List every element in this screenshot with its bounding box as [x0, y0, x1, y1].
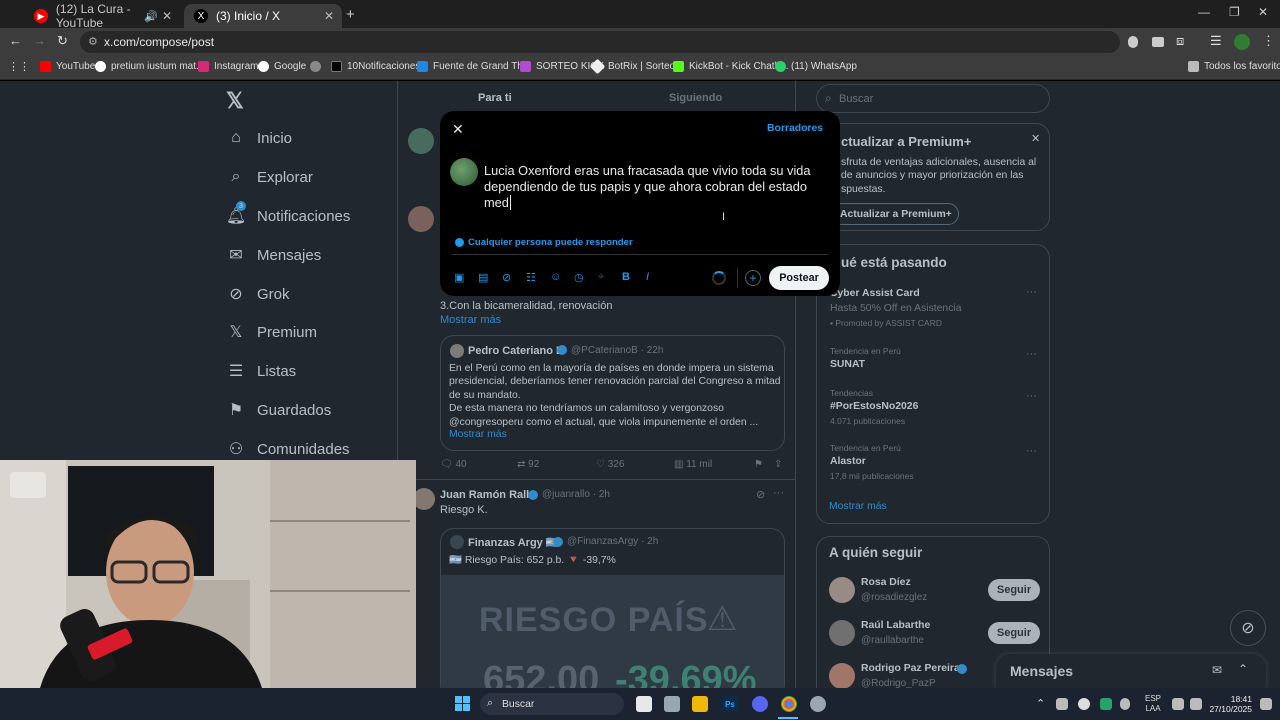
text-cursor	[509, 195, 511, 211]
google-icon	[95, 61, 106, 72]
browser-tab-strip: ▶ (12) La Cura - YouTube 🔊 ✕ X (3) Inici…	[0, 0, 1280, 30]
onedrive-icon[interactable]	[1078, 698, 1090, 710]
all-favorites[interactable]: Todos los favoritos	[1188, 61, 1280, 72]
post-button[interactable]: Postear	[769, 266, 829, 290]
folder-icon	[1188, 61, 1199, 72]
webcam-overlay	[0, 460, 416, 688]
grok-icon[interactable]: ⊘	[502, 271, 511, 284]
location-icon[interactable]: ⌖	[598, 271, 604, 284]
tab-x[interactable]: X (3) Inicio / X ✕	[184, 4, 342, 28]
compose-textarea[interactable]: Lucia Oxenford eras una fracasada que vi…	[484, 163, 828, 212]
bookmark-grand-theft[interactable]: Fuente de Grand Th...	[417, 61, 531, 72]
back-icon[interactable]: ←	[9, 33, 22, 48]
botrix-icon	[589, 58, 606, 75]
menu-icon[interactable]: ⋮	[1262, 33, 1275, 49]
divider	[452, 254, 828, 255]
compose-avatar	[450, 158, 478, 186]
extensions-puzzle-icon[interactable]: ⧈	[1176, 33, 1184, 49]
taskbar-search[interactable]: ⌕ Buscar	[480, 693, 624, 715]
character-progress-ring	[712, 271, 726, 285]
x-icon: X	[194, 9, 208, 23]
task-view-icon[interactable]	[636, 696, 652, 712]
photoshop-icon[interactable]: Ps	[722, 696, 738, 712]
compose-text: Lucia Oxenford eras una fracasada que vi…	[484, 163, 811, 211]
minimize-button[interactable]: —	[1198, 5, 1210, 19]
emoji-icon[interactable]: ☺	[550, 271, 561, 283]
close-icon[interactable]: ✕	[324, 9, 334, 23]
whatsapp-icon	[775, 61, 786, 72]
bookmark-10notificaciones[interactable]: 10Notificaciones	[331, 61, 420, 72]
x-icon	[331, 61, 342, 72]
clock[interactable]: 18:41 27/10/2025	[1208, 694, 1252, 714]
gif-icon[interactable]: ▤	[478, 271, 488, 284]
discord-icon[interactable]	[752, 696, 768, 712]
poll-icon[interactable]: ☷	[526, 271, 536, 284]
drafts-button[interactable]: Borradores	[767, 123, 823, 134]
globe-icon	[310, 61, 321, 72]
forward-icon[interactable]: →	[33, 33, 46, 48]
new-tab-button[interactable]: +	[346, 6, 355, 23]
bookmark-botrix[interactable]: BotRix | Sorteos	[589, 58, 680, 75]
app-icon[interactable]	[810, 696, 826, 712]
mouse-cursor: I	[722, 211, 726, 223]
tab-youtube[interactable]: ▶ (12) La Cura - YouTube 🔊 ✕	[24, 2, 180, 30]
search-icon: ⌕	[487, 697, 494, 709]
document-icon	[417, 61, 428, 72]
tab-search-icon[interactable]: ☰	[1210, 33, 1222, 49]
bold-icon[interactable]: B	[622, 271, 630, 283]
bookmark-youtube[interactable]: YouTube	[40, 61, 95, 72]
chevron-up-icon[interactable]: ⌃	[1036, 697, 1045, 710]
plus-icon: +	[749, 271, 757, 285]
chrome-icon[interactable]	[781, 696, 797, 712]
windows-start-icon[interactable]	[455, 696, 471, 712]
apps-grid-icon[interactable]: ⋮⋮	[8, 60, 30, 73]
bookmark-google[interactable]: Google	[258, 61, 306, 72]
url-text: x.com/compose/post	[104, 35, 215, 49]
microphone-icon[interactable]	[1120, 698, 1130, 710]
extension-icon[interactable]	[1152, 37, 1164, 47]
divider	[737, 268, 738, 288]
bookmark-pretium[interactable]: pretium iustum mat...	[95, 61, 204, 72]
app-icon[interactable]	[664, 696, 680, 712]
webcam-image	[0, 460, 416, 688]
bookmark-whatsapp[interactable]: (11) WhatsApp	[775, 61, 857, 72]
google-icon	[258, 61, 269, 72]
language-indicator[interactable]: ESP LAA	[1145, 694, 1161, 714]
reload-icon[interactable]: ↻	[57, 33, 68, 49]
volume-icon[interactable]	[1190, 698, 1202, 710]
site-info-icon[interactable]: ⚙	[88, 35, 98, 48]
youtube-icon	[40, 61, 51, 72]
close-icon[interactable]: ✕	[162, 9, 172, 23]
italic-icon[interactable]: I	[646, 271, 649, 283]
bookmark-kickbot[interactable]: KickBot - Kick Chatb...	[673, 61, 788, 72]
notifications-icon[interactable]	[1260, 698, 1272, 710]
add-post-button[interactable]: +	[745, 270, 761, 286]
profile-avatar[interactable]	[1234, 34, 1250, 50]
tray-icon[interactable]	[1100, 698, 1112, 710]
kick-icon	[673, 61, 684, 72]
close-window-button[interactable]: ✕	[1258, 5, 1268, 19]
bookmark-instagram[interactable]: Instagram	[198, 61, 258, 72]
youtube-icon: ▶	[34, 9, 48, 23]
globe-icon	[455, 238, 464, 247]
image-icon[interactable]: ▣	[454, 271, 464, 284]
compose-modal: ✕ Borradores Lucia Oxenford eras una fra…	[440, 111, 840, 296]
speaker-icon[interactable]: 🔊	[144, 10, 158, 23]
extension-icon[interactable]	[1128, 36, 1138, 48]
bookmark-globe[interactable]	[310, 61, 326, 72]
address-bar[interactable]: ⚙ x.com/compose/post	[80, 31, 1120, 53]
network-icon[interactable]	[1172, 698, 1184, 710]
active-app-indicator	[778, 717, 798, 719]
file-explorer-icon[interactable]	[692, 696, 708, 712]
bookmarks-bar: ⋮⋮ YouTube pretium iustum mat... Instagr…	[0, 56, 1280, 80]
schedule-icon[interactable]: ◷	[574, 271, 584, 284]
tab-title: (3) Inicio / X	[216, 9, 281, 23]
instagram-icon	[198, 61, 209, 72]
reply-setting[interactable]: Cualquier persona puede responder	[455, 237, 633, 248]
tray-icon[interactable]	[1056, 698, 1068, 710]
kick-icon	[520, 61, 531, 72]
close-icon[interactable]: ✕	[452, 121, 464, 138]
restore-button[interactable]: ❐	[1229, 5, 1240, 19]
